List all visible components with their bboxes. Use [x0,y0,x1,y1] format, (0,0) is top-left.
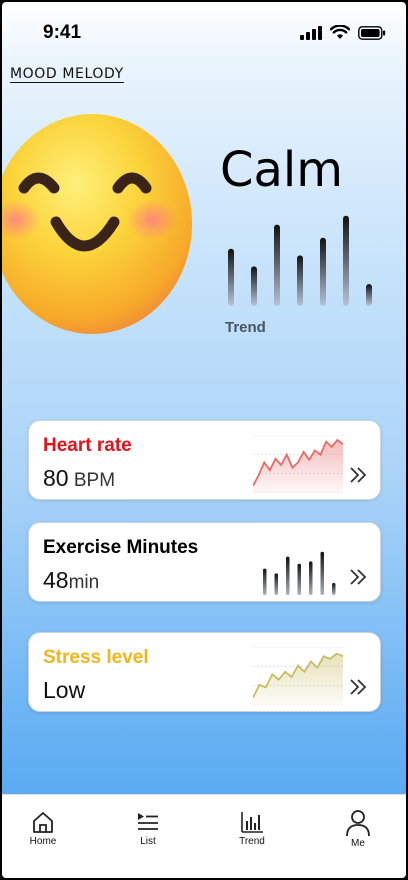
trend-bar [251,266,257,306]
exercise-bar [297,563,301,595]
exercise-bar [320,551,324,595]
exercise-minutes-card[interactable]: Exercise Minutes 48min [28,522,381,602]
app-title: MOOD MELODY [10,66,124,83]
value-number: 80 [43,465,69,491]
status-bar: 9:41 [2,2,406,58]
exercise-bar [309,561,313,595]
person-icon [346,810,370,837]
value-unit: BPM [68,470,116,491]
tab-label: Trend [239,836,265,847]
exercise-bar [286,556,290,595]
trend-bar [343,215,349,306]
stress-level-card[interactable]: Stress level Low [28,632,381,712]
card-title: Heart rate [43,435,132,456]
smiling-face-icon [2,114,192,334]
tab-trend[interactable]: Trend [222,809,282,847]
exercise-bar-chart [263,551,336,595]
tab-home[interactable]: Home [13,809,73,847]
value-unit: min [68,572,100,593]
chart-area [253,653,343,705]
value-number: Low [43,677,86,703]
tab-label: Me [351,838,365,849]
heart-rate-chart [253,435,343,493]
tab-label: Home [29,836,57,847]
trend-bar [366,284,372,306]
card-value: 80 BPM [43,465,115,492]
status-icons [300,25,386,40]
tab-bar: Home List Trend Me [2,794,406,878]
tab-list[interactable]: List [118,809,178,847]
stress-level-chart [253,647,343,705]
exercise-bar [263,568,267,595]
home-icon [33,812,53,833]
trend-label: Trend [225,319,266,336]
exercise-bar [332,583,336,595]
battery-icon [358,25,386,40]
status-time: 9:41 [43,22,82,43]
trend-bar [320,237,326,306]
wifi-icon [330,25,350,39]
trend-bar-chart [228,215,372,306]
trend-bar [274,224,280,306]
trend-bar [228,248,234,306]
chevron-right-icon[interactable] [348,677,368,697]
value-number: 48 [43,567,69,593]
card-value: 48min [43,567,99,594]
heart-rate-card[interactable]: Heart rate 80 BPM [28,420,381,500]
tab-label: List [140,836,156,847]
trend-bar [297,255,303,306]
chevron-right-icon[interactable] [348,567,368,587]
card-value: Low [43,677,85,704]
chevron-right-icon[interactable] [348,465,368,485]
mood-label: Calm [220,142,344,198]
list-icon [138,813,158,830]
tab-me[interactable]: Me [328,809,388,849]
phone-screen: 9:41 MOOD MELODY Calm Trend Heart rate 8… [2,2,406,878]
card-title: Stress level [43,647,149,668]
exercise-bar [274,573,278,595]
signal-icon [300,25,322,40]
bar-chart-icon [241,812,263,833]
card-title: Exercise Minutes [43,537,199,558]
